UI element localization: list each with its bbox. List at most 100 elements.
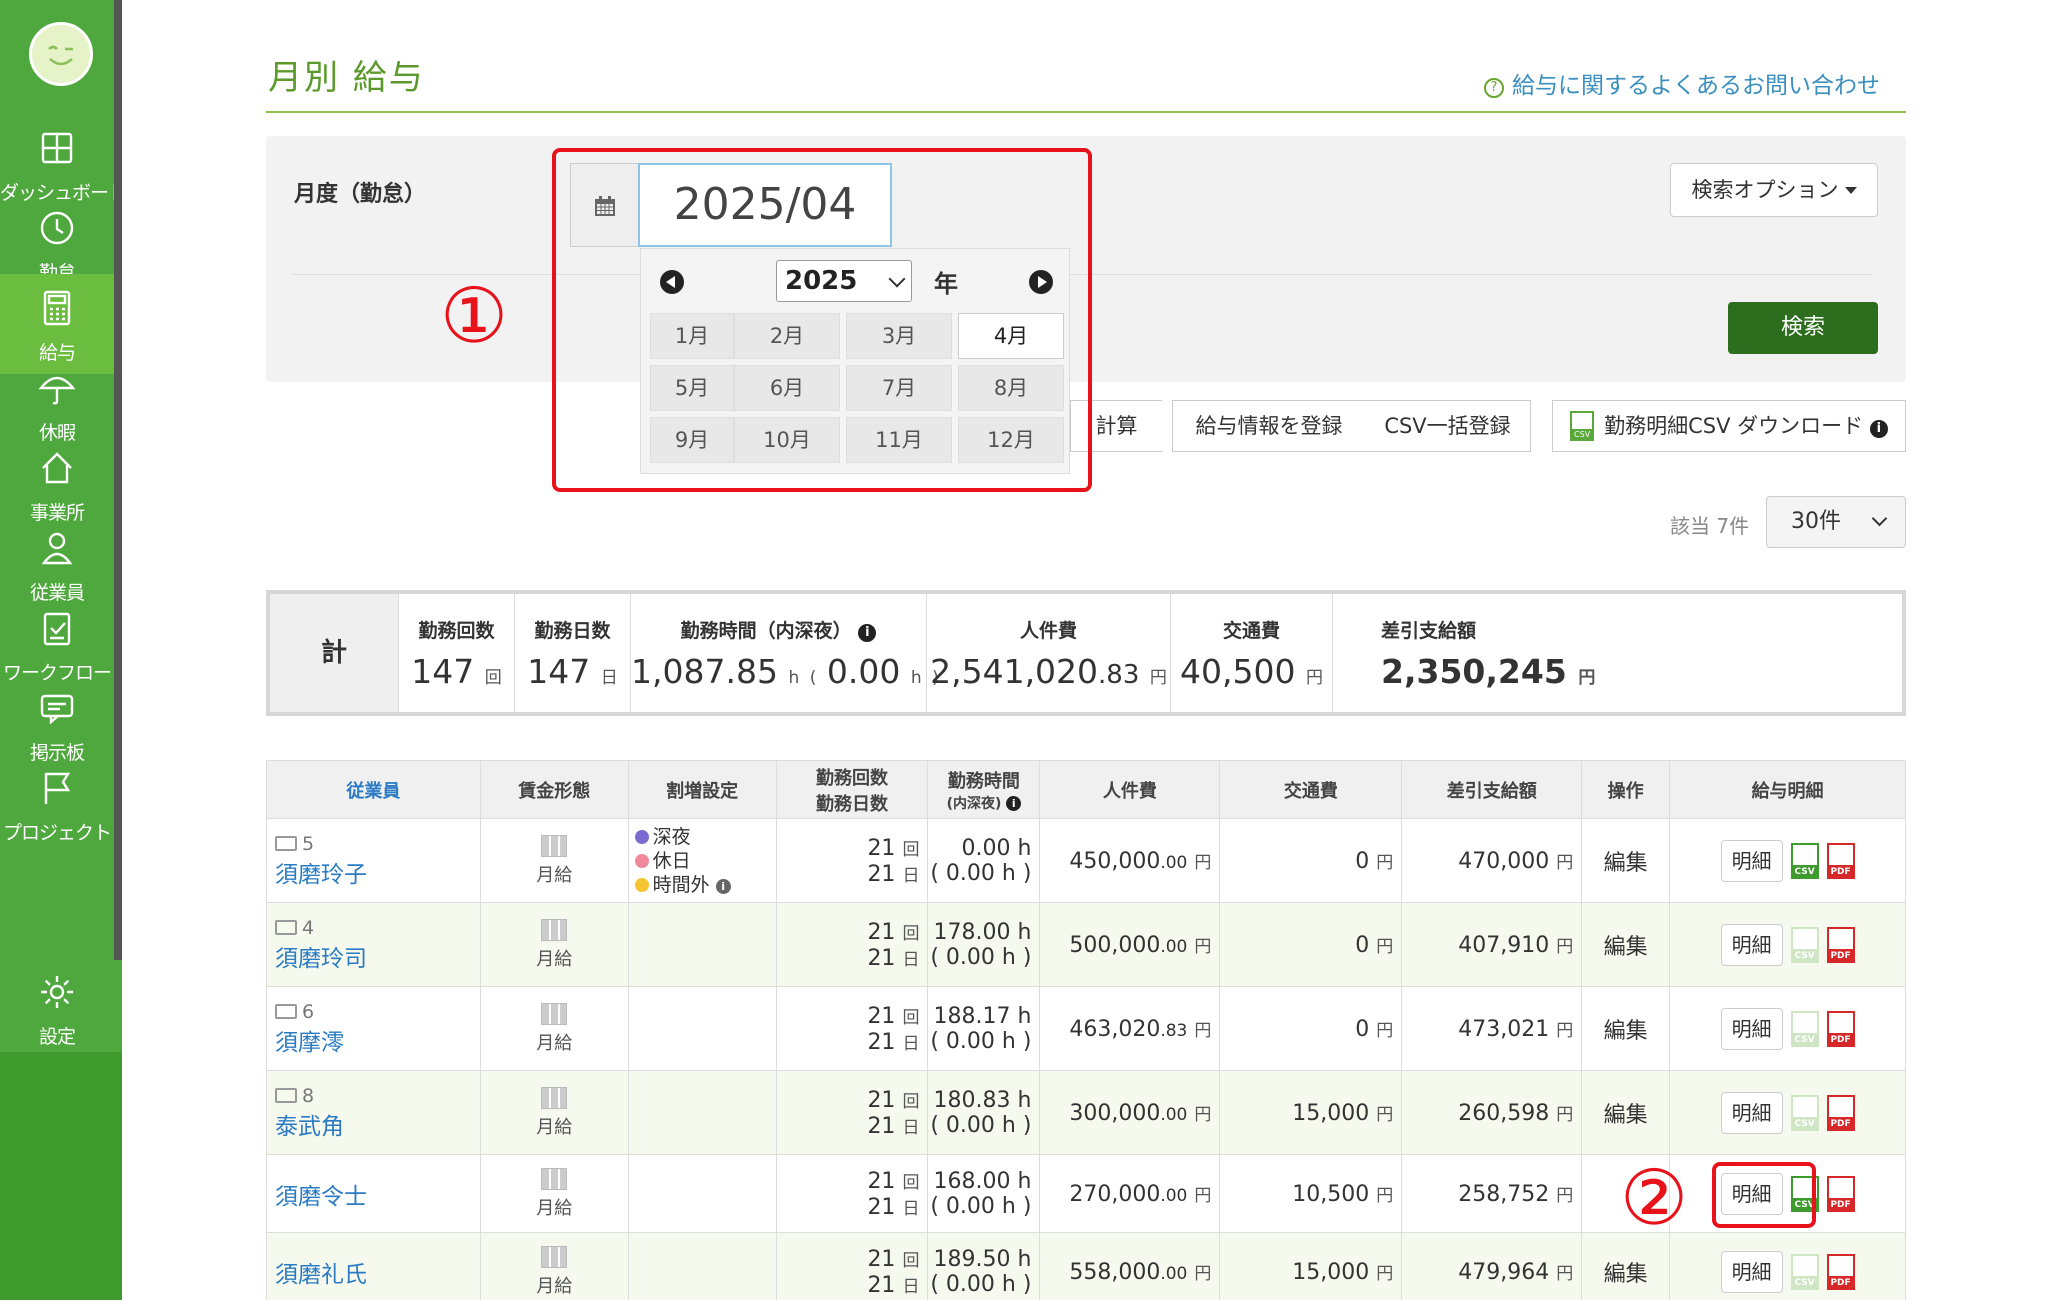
download-csv-label: 勤務明細CSV ダウンロード (1604, 414, 1864, 438)
employee-id-value: 6 (302, 1000, 315, 1023)
slip-button[interactable]: 明細 (1720, 1007, 1783, 1050)
per-page-select[interactable]: 30件 (1766, 496, 1906, 548)
cell-net: 479,964 円 (1401, 1232, 1583, 1300)
per-page-value: 30件 (1791, 509, 1841, 534)
total-label: 勤務回数 (418, 620, 495, 642)
unit-yen: 円 (1556, 852, 1574, 873)
premium-tag-label: 時間外 (652, 873, 710, 896)
wage-type-label: 月給 (536, 948, 573, 970)
csv-file-icon[interactable]: CSV (1790, 842, 1819, 879)
pdf-file-icon[interactable]: PDF (1826, 1094, 1855, 1131)
employee-name-link[interactable]: 泰武角 (275, 1107, 480, 1141)
info-icon[interactable]: i (715, 878, 731, 894)
cell-wage-type: 月給 (479, 902, 629, 987)
csv-file-icon[interactable]: CSV (1790, 1253, 1819, 1290)
slip-button[interactable]: 明細 (1720, 923, 1783, 966)
cell-hours: 178.00 h( 0.00 h ) (927, 902, 1041, 987)
info-icon[interactable]: i (1869, 420, 1888, 438)
slip-button[interactable]: 明細 (1720, 839, 1783, 882)
total-unit: 回 (484, 668, 502, 688)
employee-name-link[interactable]: 須摩澪 (275, 1023, 480, 1057)
total-unit: h (910, 668, 922, 688)
calculator-icon (37, 288, 77, 328)
transport-cost: 0 (1355, 848, 1370, 874)
edit-link[interactable]: 編集 (1604, 1262, 1648, 1287)
night-hours: ( 0.00 h ) (930, 944, 1032, 970)
edit-link[interactable]: 編集 (1604, 851, 1648, 876)
info-icon[interactable]: i (858, 624, 877, 642)
grid-icon (541, 1167, 568, 1190)
employee-id-value: 8 (302, 1084, 315, 1107)
total-transport: 交通費 40,500 円 (1170, 594, 1332, 712)
pdf-file-icon[interactable]: PDF (1826, 842, 1855, 879)
premium-tag-label: 休日 (652, 849, 691, 872)
sidebar-item-flag[interactable]: プロジェクト (0, 754, 114, 854)
flag-icon (37, 768, 77, 808)
info-icon[interactable]: i (1006, 795, 1022, 811)
annotation-2: ② (1620, 1153, 1689, 1242)
cell-counts: 21 回 21 日 (775, 902, 929, 987)
search-options-button[interactable]: 検索オプション (1670, 163, 1878, 217)
employee-id: 8 (275, 1085, 480, 1107)
csv-bulk-register-button[interactable]: CSV一括登録 (1365, 400, 1531, 452)
id-card-icon (275, 835, 297, 851)
highlight-box-2 (1712, 1162, 1816, 1228)
cell-labor: 300,000.00 円 (1039, 1070, 1221, 1155)
faq-link[interactable]: ? 給与に関するよくあるお問い合わせ (1484, 66, 1880, 100)
question-icon: ? (1484, 78, 1504, 98)
employee-id: 5 (275, 833, 480, 855)
sidebar-scrollbar[interactable] (114, 0, 122, 960)
dot-icon (634, 877, 649, 892)
wage-type-label: 月給 (536, 864, 573, 886)
edit-link[interactable]: 編集 (1604, 935, 1648, 960)
col-employee[interactable]: 従業員 (266, 760, 481, 819)
cell-hours: 189.50 h( 0.00 h ) (927, 1232, 1041, 1300)
pdf-file-icon[interactable]: PDF (1826, 1010, 1855, 1047)
edit-link[interactable]: 編集 (1604, 1019, 1648, 1044)
night-hours: ( 0.00 h ) (930, 1112, 1032, 1138)
work-days: 21 (867, 945, 896, 971)
csv-file-icon[interactable]: CSV (1790, 926, 1819, 963)
total-work-count: 勤務回数 147 回 (398, 594, 514, 712)
download-csv-button[interactable]: 勤務明細CSV ダウンロード i (1552, 400, 1906, 452)
cell-employee: 5 須磨玲子 (266, 818, 481, 903)
work-count: 21 (867, 919, 896, 945)
unit-days: 日 (902, 949, 920, 970)
unit-yen: 円 (1194, 1020, 1212, 1041)
register-payroll-button[interactable]: 給与情報を登録 (1172, 400, 1366, 452)
caret-down-icon (1844, 187, 1857, 194)
premium-overtime: 時間外 i (634, 873, 776, 897)
avatar[interactable] (29, 22, 93, 86)
labor-cost: 500,000 (1069, 932, 1161, 958)
search-button[interactable]: 検索 (1728, 302, 1878, 354)
cell-labor: 463,020.83 円 (1039, 986, 1221, 1071)
grid-icon (541, 1002, 568, 1025)
employee-name-link[interactable]: 須磨玲子 (275, 855, 480, 889)
total-label: 交通費 (1222, 620, 1280, 642)
labor-cost: 300,000 (1069, 1100, 1161, 1126)
work-count: 21 (867, 1003, 896, 1029)
work-days: 21 (867, 861, 896, 887)
transport-cost: 0 (1355, 1016, 1370, 1042)
labor-decimal: .00 (1160, 852, 1188, 873)
employee-id-value: 5 (302, 832, 315, 855)
slip-button[interactable]: 明細 (1720, 1250, 1783, 1293)
edit-link[interactable]: 編集 (1604, 1103, 1648, 1128)
pdf-file-icon[interactable]: PDF (1826, 926, 1855, 963)
cell-net: 258,752 円 (1401, 1154, 1583, 1233)
employee-name-link[interactable]: 須磨礼氏 (275, 1255, 480, 1289)
total-value: 40,500 (1180, 652, 1296, 691)
table-row: 5 須磨玲子 月給 深夜 休日 時間外 i 21 回 21 日 0.00 h( 0.00 h )… (266, 818, 1906, 903)
csv-file-icon[interactable]: CSV (1790, 1094, 1819, 1131)
transport-cost: 0 (1355, 932, 1370, 958)
unit-yen: 円 (1194, 936, 1212, 957)
unit-times: 回 (902, 1250, 920, 1271)
wage-type-label: 月給 (536, 1275, 573, 1297)
slip-button[interactable]: 明細 (1720, 1091, 1783, 1134)
pdf-file-icon[interactable]: PDF (1826, 1175, 1855, 1212)
employee-name-link[interactable]: 須磨令士 (275, 1177, 480, 1211)
transport-cost: 15,000 (1292, 1100, 1370, 1126)
pdf-file-icon[interactable]: PDF (1826, 1253, 1855, 1290)
employee-name-link[interactable]: 須磨玲司 (275, 939, 480, 973)
csv-file-icon[interactable]: CSV (1790, 1010, 1819, 1047)
